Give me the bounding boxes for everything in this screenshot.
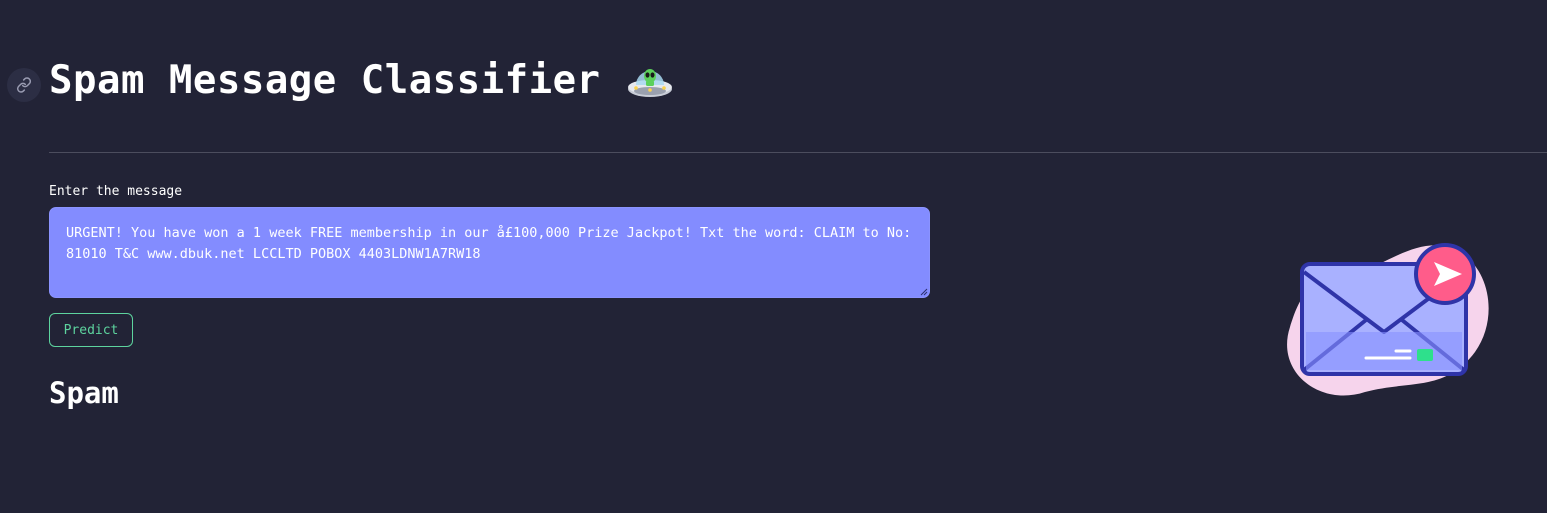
title-row: Spam Message Classifier <box>49 58 673 103</box>
link-icon[interactable] <box>7 68 41 102</box>
app-page: Spam Message Classifier Enter the messag… <box>0 0 1547 513</box>
envelope-send-icon <box>1287 243 1489 396</box>
page-title: Spam Message Classifier <box>49 58 601 103</box>
prediction-result: Spam <box>49 376 119 410</box>
resize-handle-icon[interactable] <box>920 288 928 296</box>
predict-button[interactable]: Predict <box>49 313 133 347</box>
ufo-icon <box>627 68 672 97</box>
message-input[interactable]: URGENT! You have won a 1 week FREE membe… <box>49 207 930 298</box>
divider <box>49 152 1547 153</box>
message-label: Enter the message <box>49 184 183 199</box>
